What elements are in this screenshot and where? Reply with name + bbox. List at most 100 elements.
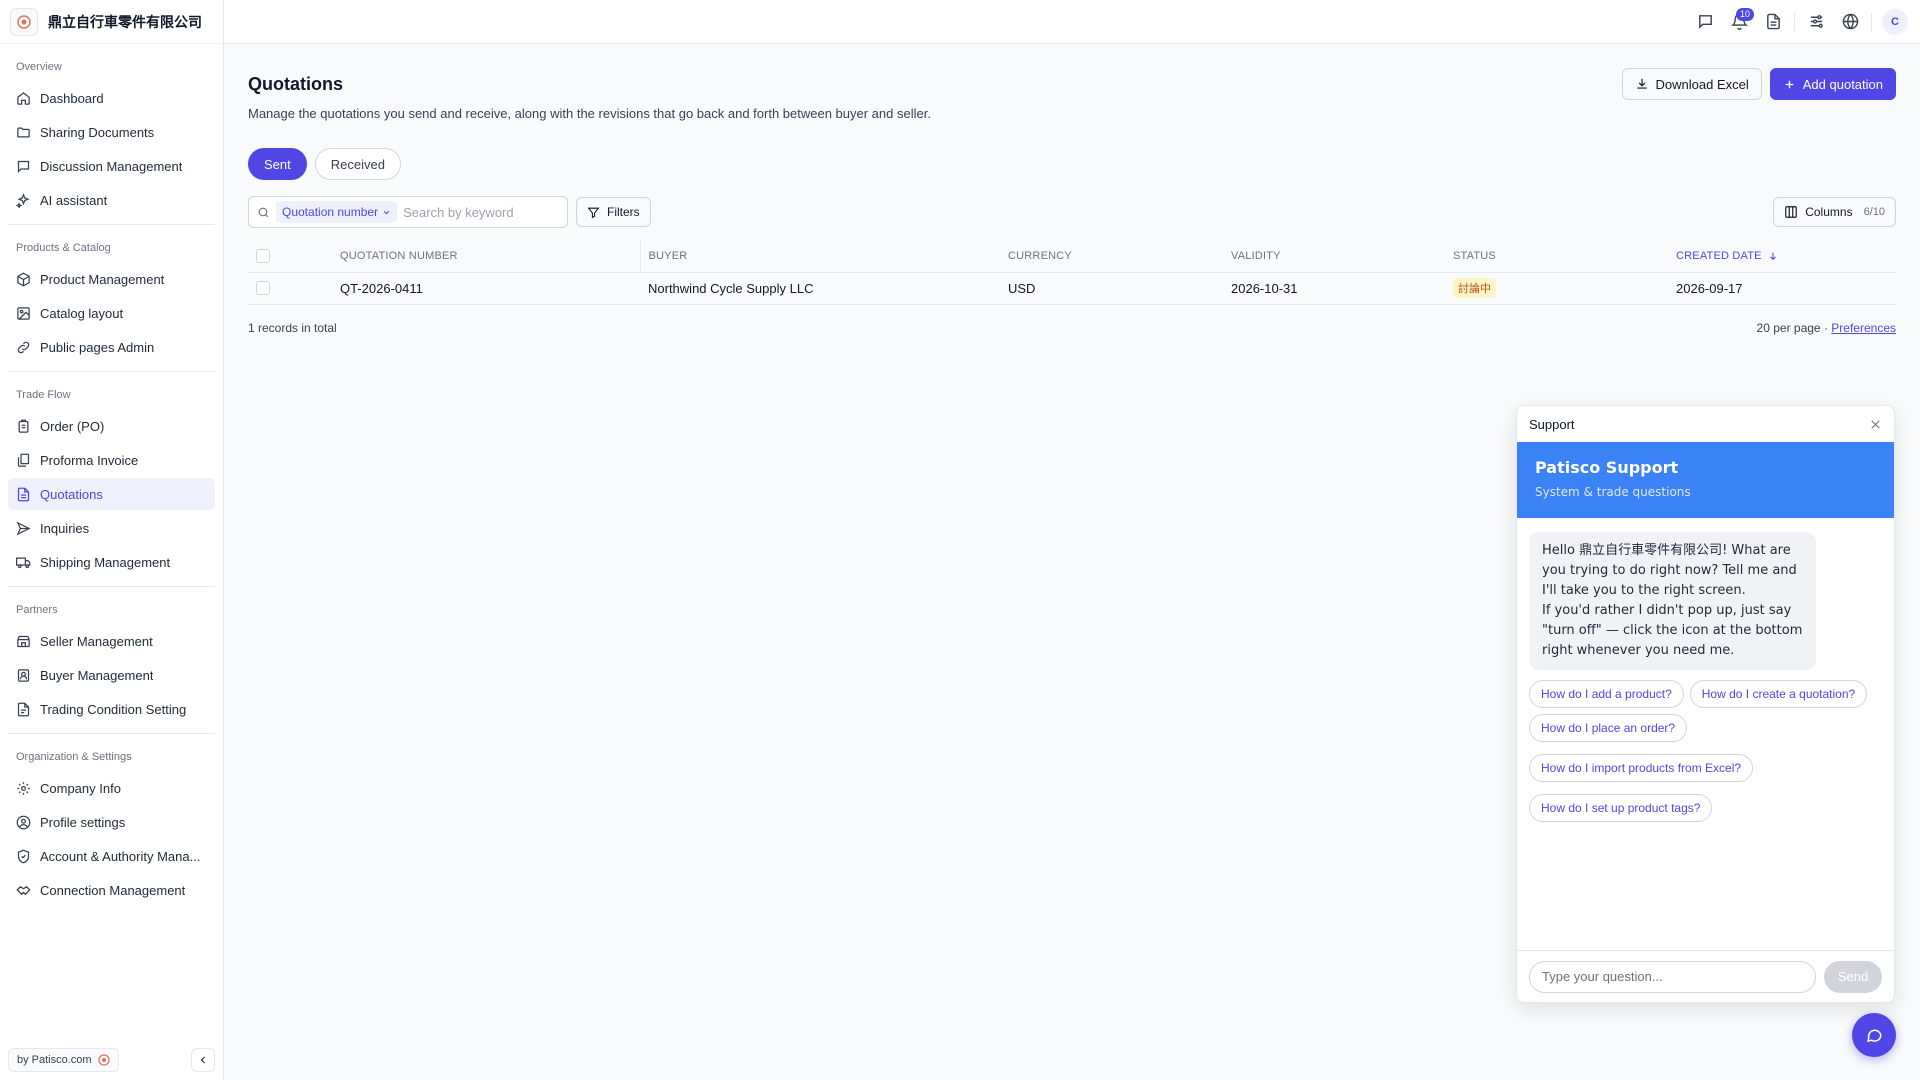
messages-button[interactable]: [1688, 5, 1722, 39]
settings-sliders-button[interactable]: [1799, 5, 1833, 39]
sidebar-item-label: Trading Condition Setting: [40, 701, 187, 717]
notifications-button[interactable]: 10: [1722, 5, 1756, 39]
sidebar-item-sharing-documents[interactable]: Sharing Documents: [8, 116, 215, 148]
filters-button[interactable]: Filters: [576, 197, 651, 227]
by-patisco-link[interactable]: by Patisco.com: [8, 1048, 119, 1072]
sidebar-item-public-pages-admin[interactable]: Public pages Admin: [8, 331, 215, 363]
select-all-checkbox[interactable]: [256, 248, 270, 263]
brand[interactable]: 鼎立自行車零件有限公司: [0, 0, 223, 44]
arrow-down-icon: [1770, 252, 1776, 260]
sidebar-item-label: Dashboard: [40, 90, 104, 106]
sidebar-item-connection-management[interactable]: Connection Management: [8, 874, 215, 906]
download-excel-button[interactable]: Download Excel: [1621, 68, 1762, 100]
sidebar-item-label: Catalog layout: [40, 305, 124, 321]
nav-section-title: Partners: [16, 604, 58, 616]
sidebar-item-label: Discussion Management: [40, 158, 183, 174]
close-icon[interactable]: [1869, 418, 1882, 431]
row-select-cell: [248, 272, 340, 305]
file-icon: [17, 702, 30, 716]
sidebar-item-seller-management[interactable]: Seller Management: [8, 625, 215, 657]
nav-section-title: Overview: [16, 61, 62, 73]
sidebar-item-account-authority[interactable]: Account & Authority Mana...: [8, 840, 215, 872]
sidebar-item-trading-condition-setting[interactable]: Trading Condition Setting: [8, 693, 215, 725]
col-created-date[interactable]: CREATED DATE: [1676, 240, 1896, 273]
language-button[interactable]: [1833, 5, 1867, 39]
sidebar-item-label: Company Info: [40, 780, 121, 796]
download-icon: [1636, 78, 1647, 89]
user-avatar[interactable]: C: [1882, 8, 1908, 35]
tab-sent[interactable]: Sent: [248, 148, 307, 180]
sidebar-item-label: Seller Management: [40, 633, 153, 649]
gear-icon: [17, 781, 30, 795]
sidebar-item-company-info[interactable]: Company Info: [8, 772, 215, 804]
col-currency[interactable]: CURRENCY: [1008, 240, 1231, 273]
plus-icon: [1785, 80, 1794, 88]
shield-icon: [17, 849, 30, 863]
suggestion-chip[interactable]: How do I set up product tags?: [1529, 794, 1713, 822]
direction-tabs: Sent Received: [248, 148, 1896, 180]
documents-button[interactable]: [1756, 5, 1790, 39]
suggestion-chip[interactable]: How do I add a product?: [1529, 680, 1684, 708]
sidebar-item-label: Inquiries: [40, 520, 90, 536]
sidebar-item-label: Buyer Management: [40, 667, 154, 683]
assistant-message-text: Hello 鼎立自行車零件有限公司! What are you trying t…: [1542, 543, 1803, 658]
topbar-divider: [1871, 12, 1872, 31]
cell-status: 討論中: [1453, 272, 1676, 305]
support-banner-title: Patisco Support: [1535, 458, 1679, 477]
row-checkbox[interactable]: [256, 281, 270, 295]
notification-badge: 10: [1735, 7, 1754, 21]
per-page-label: 20 per page: [1756, 320, 1821, 335]
sidebar-item-label: AI assistant: [40, 192, 108, 208]
tab-received[interactable]: Received: [314, 148, 401, 180]
search-field-select[interactable]: Quotation number: [276, 201, 398, 223]
table-row[interactable]: QT-2026-0411 Northwind Cycle Supply LLC …: [248, 272, 1896, 305]
support-question-input[interactable]: [1529, 960, 1816, 993]
support-input-bar: Send: [1517, 950, 1894, 1002]
sidebar-item-catalog-layout[interactable]: Catalog layout: [8, 297, 215, 329]
support-panel-header: Support: [1517, 406, 1894, 442]
company-logo-icon: [10, 7, 38, 36]
sidebar-item-order-po[interactable]: Order (PO): [8, 410, 215, 442]
search-box: Quotation number: [248, 196, 568, 228]
sidebar-item-label: Sharing Documents: [40, 124, 155, 140]
cell-quotation-number[interactable]: QT-2026-0411: [340, 272, 640, 305]
col-status[interactable]: STATUS: [1453, 240, 1676, 273]
cell-buyer: Northwind Cycle Supply LLC: [640, 272, 1008, 305]
columns-label: Columns: [1805, 205, 1853, 219]
clipboard-icon: [18, 419, 29, 433]
send-button[interactable]: Send: [1824, 960, 1882, 993]
add-quotation-button[interactable]: Add quotation: [1769, 68, 1896, 100]
nav-section-partners: Partners Seller Management Buyer Managem…: [8, 587, 215, 734]
sidebar-item-shipping-management[interactable]: Shipping Management: [8, 546, 215, 578]
chevron-down-icon: [383, 210, 390, 214]
support-chat-toggle-button[interactable]: [1852, 1013, 1896, 1057]
sidebar-item-label: Connection Management: [40, 882, 186, 898]
sidebar-item-product-management[interactable]: Product Management: [8, 263, 215, 295]
suggestion-chip[interactable]: How do I create a quotation?: [1689, 680, 1868, 708]
cell-currency: USD: [1008, 272, 1231, 305]
file-text-icon: [1766, 13, 1780, 30]
suggestion-chip[interactable]: How do I import products from Excel?: [1529, 754, 1754, 782]
sidebar-item-dashboard[interactable]: Dashboard: [8, 82, 215, 114]
sidebar-item-profile-settings[interactable]: Profile settings: [8, 806, 215, 838]
sidebar-item-discussion-management[interactable]: Discussion Management: [8, 150, 215, 182]
truck-icon: [16, 557, 31, 568]
col-buyer[interactable]: BUYER: [639, 240, 1008, 273]
search-icon: [258, 207, 269, 217]
suggestion-chip[interactable]: How do I place an order?: [1529, 714, 1688, 742]
search-input[interactable]: [403, 204, 554, 220]
preferences-link[interactable]: Preferences: [1831, 321, 1896, 335]
columns-button[interactable]: Columns 6/10: [1773, 197, 1896, 227]
message-square-icon: [1698, 15, 1712, 29]
col-validity[interactable]: VALIDITY: [1231, 240, 1453, 273]
col-quotation-number[interactable]: QUOTATION NUMBER: [340, 240, 640, 273]
sidebar-item-buyer-management[interactable]: Buyer Management: [8, 659, 215, 691]
sidebar-item-inquiries[interactable]: Inquiries: [8, 512, 215, 544]
header-actions: Download Excel Add quotation: [1621, 68, 1896, 100]
sidebar-item-ai-assistant[interactable]: AI assistant: [8, 184, 215, 216]
sidebar-item-proforma-invoice[interactable]: Proforma Invoice: [8, 444, 215, 476]
collapse-sidebar-button[interactable]: [191, 1048, 215, 1072]
sidebar-item-label: Public pages Admin: [40, 339, 155, 355]
sidebar-item-quotations[interactable]: Quotations: [8, 478, 215, 510]
nav-section-products: Products & Catalog Product Management Ca…: [8, 225, 215, 372]
